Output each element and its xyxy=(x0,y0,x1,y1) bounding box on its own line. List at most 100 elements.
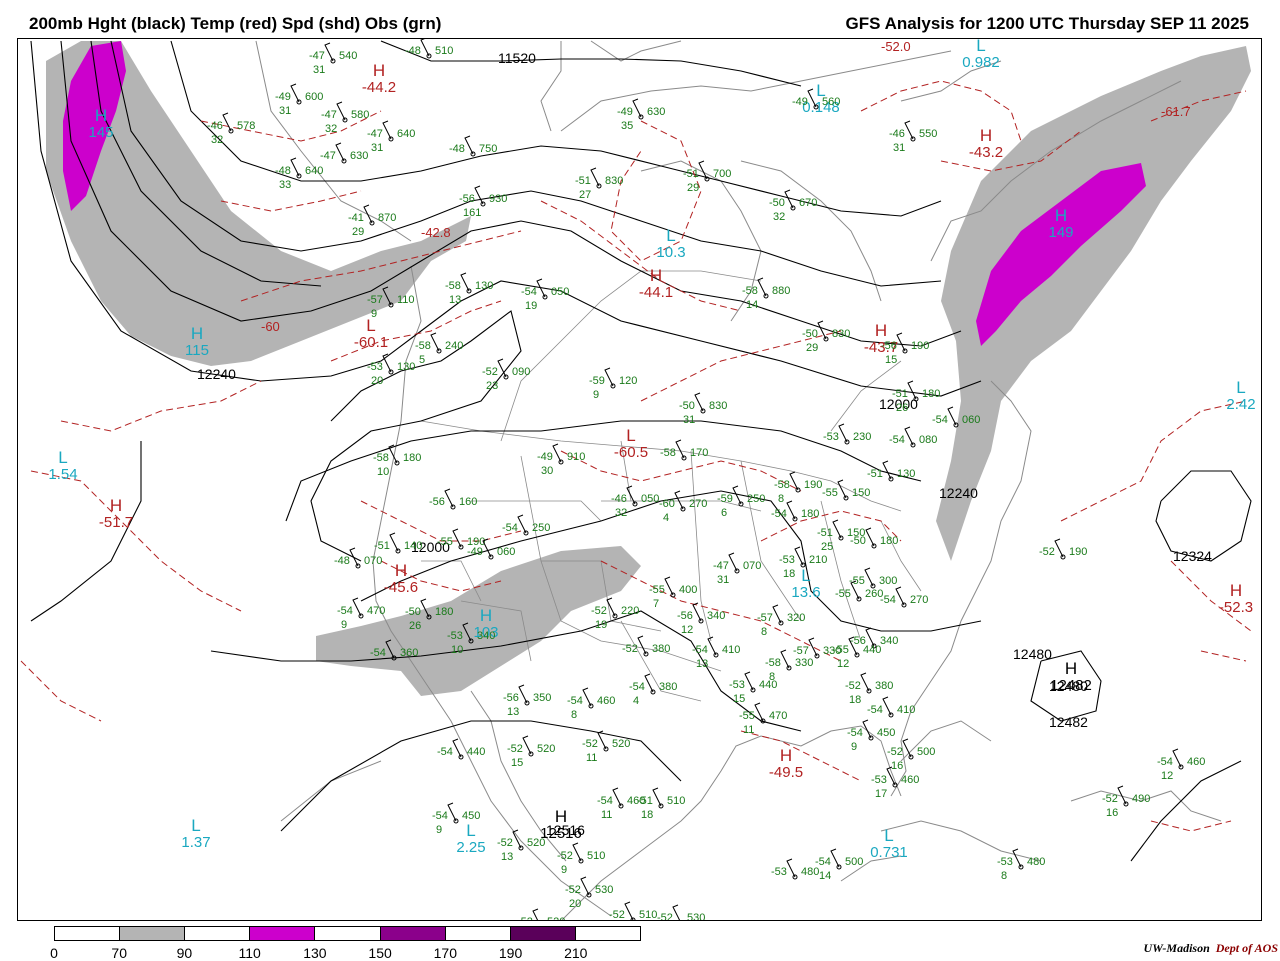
station-observation: -47 32 580 xyxy=(321,101,369,135)
obs-dewpoint-depression: 14 xyxy=(746,299,758,311)
wind-barb xyxy=(772,604,782,624)
station-observation: -54 080 xyxy=(889,426,937,448)
obs-temperature: -51 xyxy=(683,168,699,180)
obs-height: 560 xyxy=(822,96,840,108)
obs-height: 460 xyxy=(1187,756,1205,768)
obs-temperature: -55 xyxy=(649,584,665,596)
obs-dewpoint-depression: 31 xyxy=(683,414,695,426)
obs-height: 510 xyxy=(587,850,605,862)
obs-temperature: -54 xyxy=(437,746,453,758)
low-center-letter: L xyxy=(58,448,67,467)
wind-barb xyxy=(675,439,685,459)
obs-dewpoint-depression: 11 xyxy=(586,752,597,764)
obs-temperature: -58 xyxy=(765,657,781,669)
wind-barb xyxy=(460,272,470,292)
colorbar-segment xyxy=(510,927,576,940)
center-value: -44.1 xyxy=(639,284,673,301)
obs-height: 490 xyxy=(1132,793,1150,805)
obs-height: 180 xyxy=(435,606,453,618)
obs-temperature: -60 xyxy=(659,498,675,510)
obs-temperature: -52 xyxy=(517,916,533,921)
obs-height: 060 xyxy=(497,546,515,558)
obs-dewpoint-depression: 19 xyxy=(595,619,607,631)
obs-height: 410 xyxy=(897,704,915,716)
wind-barb xyxy=(532,908,539,920)
obs-temperature: -54 xyxy=(337,605,353,617)
wind-barb xyxy=(349,547,359,567)
obs-temperature: -46 xyxy=(207,120,223,132)
station-observation: -56 160 xyxy=(429,488,477,510)
obs-dewpoint-depression: 30 xyxy=(541,465,553,477)
temperature-contour xyxy=(30,470,242,612)
obs-dewpoint-depression: 29 xyxy=(687,182,699,194)
obs-dewpoint-depression: 18 xyxy=(641,809,653,821)
station-observation: -51 130 xyxy=(867,460,915,482)
colorbar-segment xyxy=(575,927,640,940)
high-center-letter: H xyxy=(1055,206,1067,225)
obs-height: 190 xyxy=(1069,546,1087,558)
center-value: -43.2 xyxy=(969,144,1003,161)
center-value: 13.6 xyxy=(791,584,820,601)
obs-height: 700 xyxy=(713,168,731,180)
obs-height: 320 xyxy=(787,612,805,624)
wind-barb xyxy=(664,576,674,596)
obs-dewpoint-depression: 13 xyxy=(449,294,461,306)
obs-height: 578 xyxy=(237,120,255,132)
wind-barb xyxy=(1012,848,1022,868)
station-observation: -47 630 xyxy=(320,142,368,164)
obs-dewpoint-depression: 9 xyxy=(593,389,599,401)
obs-dewpoint-depression: 31 xyxy=(371,142,383,154)
wind-barb xyxy=(517,514,527,534)
obs-dewpoint-depression: 18 xyxy=(783,568,795,580)
obs-height: 400 xyxy=(679,584,697,596)
high-center-letter: H xyxy=(650,266,662,285)
obs-height: 130 xyxy=(397,361,415,373)
obs-temperature: -46 xyxy=(889,128,905,140)
obs-temperature: -54 xyxy=(1157,756,1173,768)
obs-temperature: -53 xyxy=(871,774,887,786)
obs-temperature: -57 xyxy=(757,612,773,624)
obs-temperature: -50 xyxy=(679,400,695,412)
center-value: 1.54 xyxy=(48,466,77,483)
colorbar-tick-label: 170 xyxy=(433,945,458,961)
obs-height: 440 xyxy=(863,644,881,656)
colorbar-tick-label: 110 xyxy=(238,945,261,961)
colorbar-segment xyxy=(120,927,186,940)
wind-barb xyxy=(363,204,373,224)
height-contour-label: 12480 xyxy=(1013,646,1052,662)
wind-barb xyxy=(692,602,702,622)
obs-height: 170 xyxy=(690,447,708,459)
station-observation: -41 29 870 xyxy=(348,204,396,238)
obs-temperature: -57 xyxy=(367,294,383,306)
wind-barb xyxy=(572,842,582,862)
political-border xyxy=(500,270,762,442)
wind-barb xyxy=(290,83,300,103)
temperature-contour xyxy=(1200,650,1247,662)
obs-height: 500 xyxy=(917,746,935,758)
wind-barb xyxy=(582,687,592,707)
obs-temperature: -52 xyxy=(622,643,638,655)
obs-dewpoint-depression: 14 xyxy=(819,870,831,882)
obs-dewpoint-depression: 16 xyxy=(891,760,903,772)
center-value: 1.37 xyxy=(181,834,210,851)
center-value: 10.3 xyxy=(656,244,685,261)
obs-dewpoint-depression: 5 xyxy=(419,354,425,366)
colorbar-tick-label: 70 xyxy=(111,945,128,961)
obs-temperature: -52 xyxy=(1039,546,1055,558)
map-valid-time: GFS Analysis for 1200 UTC Thursday SEP 1… xyxy=(845,14,1249,33)
obs-temperature: -58 xyxy=(742,285,758,297)
obs-height: 640 xyxy=(397,128,415,140)
obs-height: 520 xyxy=(612,738,630,750)
center-value: -52.3 xyxy=(1219,599,1253,616)
obs-temperature: -49 xyxy=(467,546,483,558)
center-value: -45.6 xyxy=(384,579,418,596)
station-observation: -51 140 xyxy=(374,532,422,554)
wind-barb xyxy=(464,135,474,155)
wind-barb xyxy=(1117,785,1127,805)
station-observation: -55 7 400 xyxy=(649,576,697,610)
coastline xyxy=(540,41,562,132)
station-observation: -48 510 xyxy=(405,39,453,59)
obs-height: 480 xyxy=(1027,856,1045,868)
obs-temperature: -54 xyxy=(847,727,863,739)
station-observation: -52 19 220 xyxy=(591,597,639,631)
